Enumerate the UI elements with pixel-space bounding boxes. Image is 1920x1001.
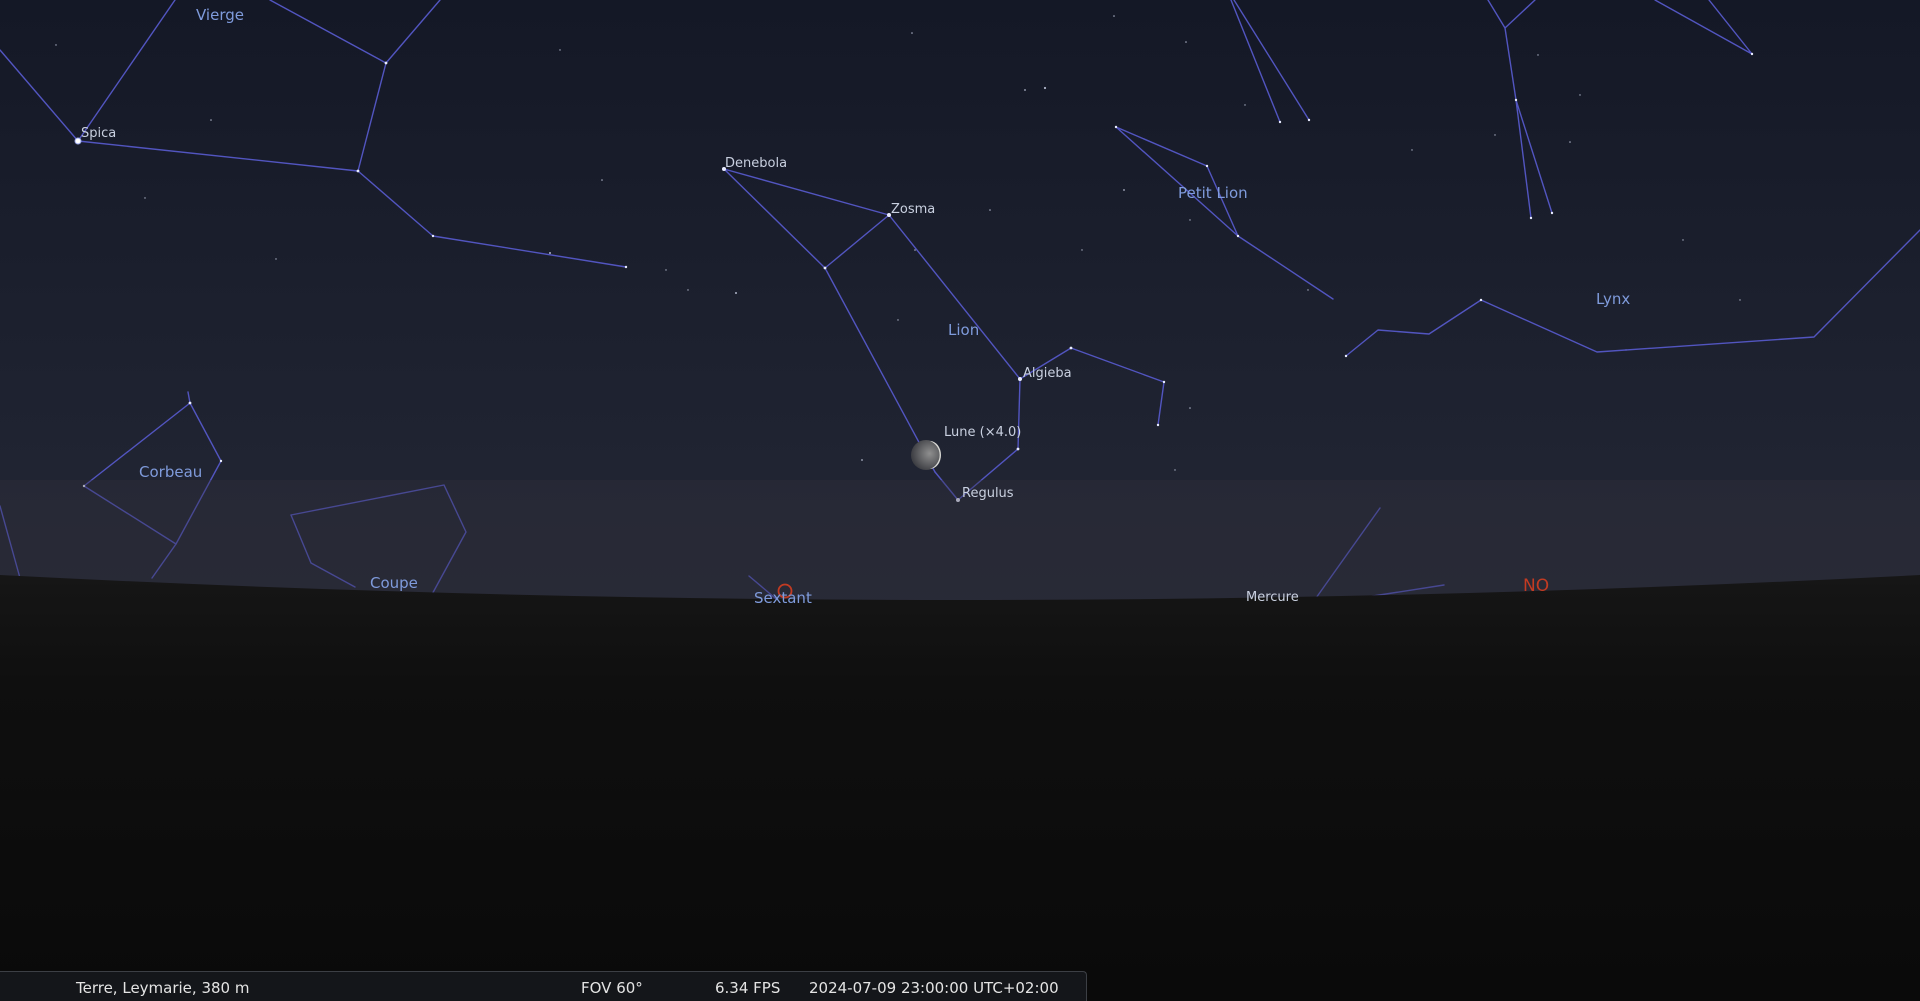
constellation-label-lynx: Lynx xyxy=(1596,290,1630,308)
landscape-ground xyxy=(0,575,1920,1001)
constellation-label-corbeau: Corbeau xyxy=(139,463,202,481)
constellation-label-petit-lion: Petit Lion xyxy=(1178,184,1248,202)
star-label-denebola: Denebola xyxy=(725,156,787,171)
star-label-spica: Spica xyxy=(81,126,116,141)
moon-label: Lune (×4.0) xyxy=(944,425,1021,440)
sky-view[interactable]: Vierge Corbeau Coupe Lion Petit Lion Lyn… xyxy=(0,0,1920,1001)
constellation-label-coupe: Coupe xyxy=(370,574,418,592)
star-label-algieba: Algieba xyxy=(1023,366,1072,381)
star-label-zosma: Zosma xyxy=(891,202,935,217)
cardinal-point-nw: NO xyxy=(1523,576,1549,596)
star-label-regulus: Regulus xyxy=(962,486,1014,501)
location-text[interactable]: Terre, Leymarie, 380 m xyxy=(76,979,249,997)
star-algieba[interactable] xyxy=(1018,377,1022,381)
fps-text: 6.34 FPS xyxy=(715,979,781,997)
horizon-glow xyxy=(0,480,1920,600)
fov-text: FOV 60° xyxy=(581,979,643,997)
datetime-text[interactable]: 2024-07-09 23:00:00 UTC+02:00 xyxy=(809,979,1059,997)
planet-label-mercure: Mercure xyxy=(1246,590,1299,605)
constellation-label-sextant: Sextant xyxy=(754,589,812,607)
sky-canvas[interactable]: Vierge Corbeau Coupe Lion Petit Lion Lyn… xyxy=(0,0,1920,1001)
constellation-label-lion: Lion xyxy=(948,321,979,339)
status-bar: Terre, Leymarie, 380 m FOV 60° 6.34 FPS … xyxy=(0,971,1087,1001)
moon[interactable] xyxy=(911,440,941,470)
constellation-label-vierge: Vierge xyxy=(196,6,244,24)
